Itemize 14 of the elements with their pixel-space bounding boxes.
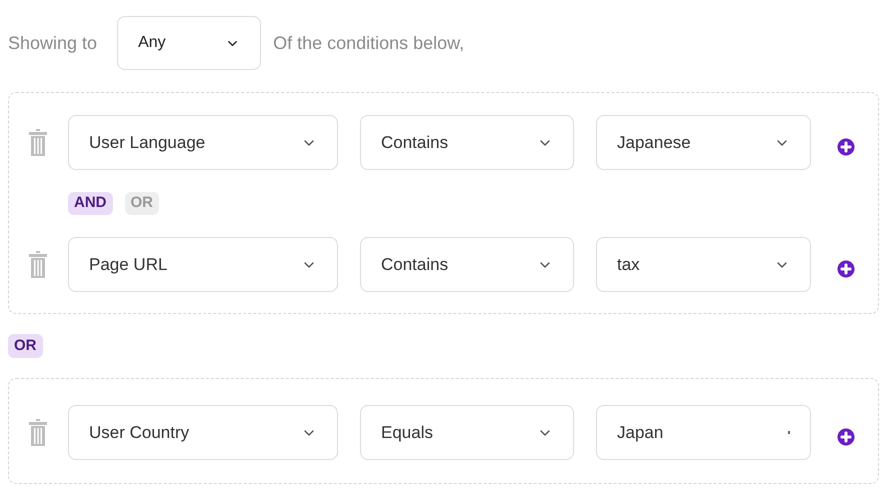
value-select[interactable]: tax <box>596 237 811 292</box>
match-select[interactable]: Any <box>117 16 262 70</box>
operator-select[interactable]: Contains <box>360 115 574 170</box>
conditions-label: Of the conditions below, <box>273 32 464 54</box>
showing-to-label: Showing to <box>8 32 98 55</box>
operator-select[interactable]: Equals <box>360 405 574 460</box>
value-input[interactable]: Japan <box>596 405 811 460</box>
group-or-tag: OR <box>8 334 42 358</box>
field-select[interactable]: Page URL <box>68 237 338 292</box>
joiner-toggle[interactable]: AND <box>68 192 112 215</box>
field-select[interactable]: User Language <box>68 115 338 170</box>
operator-select[interactable]: Contains <box>360 237 574 292</box>
value-select[interactable]: Japanese <box>596 115 811 170</box>
field-select[interactable]: User Country <box>68 405 338 460</box>
